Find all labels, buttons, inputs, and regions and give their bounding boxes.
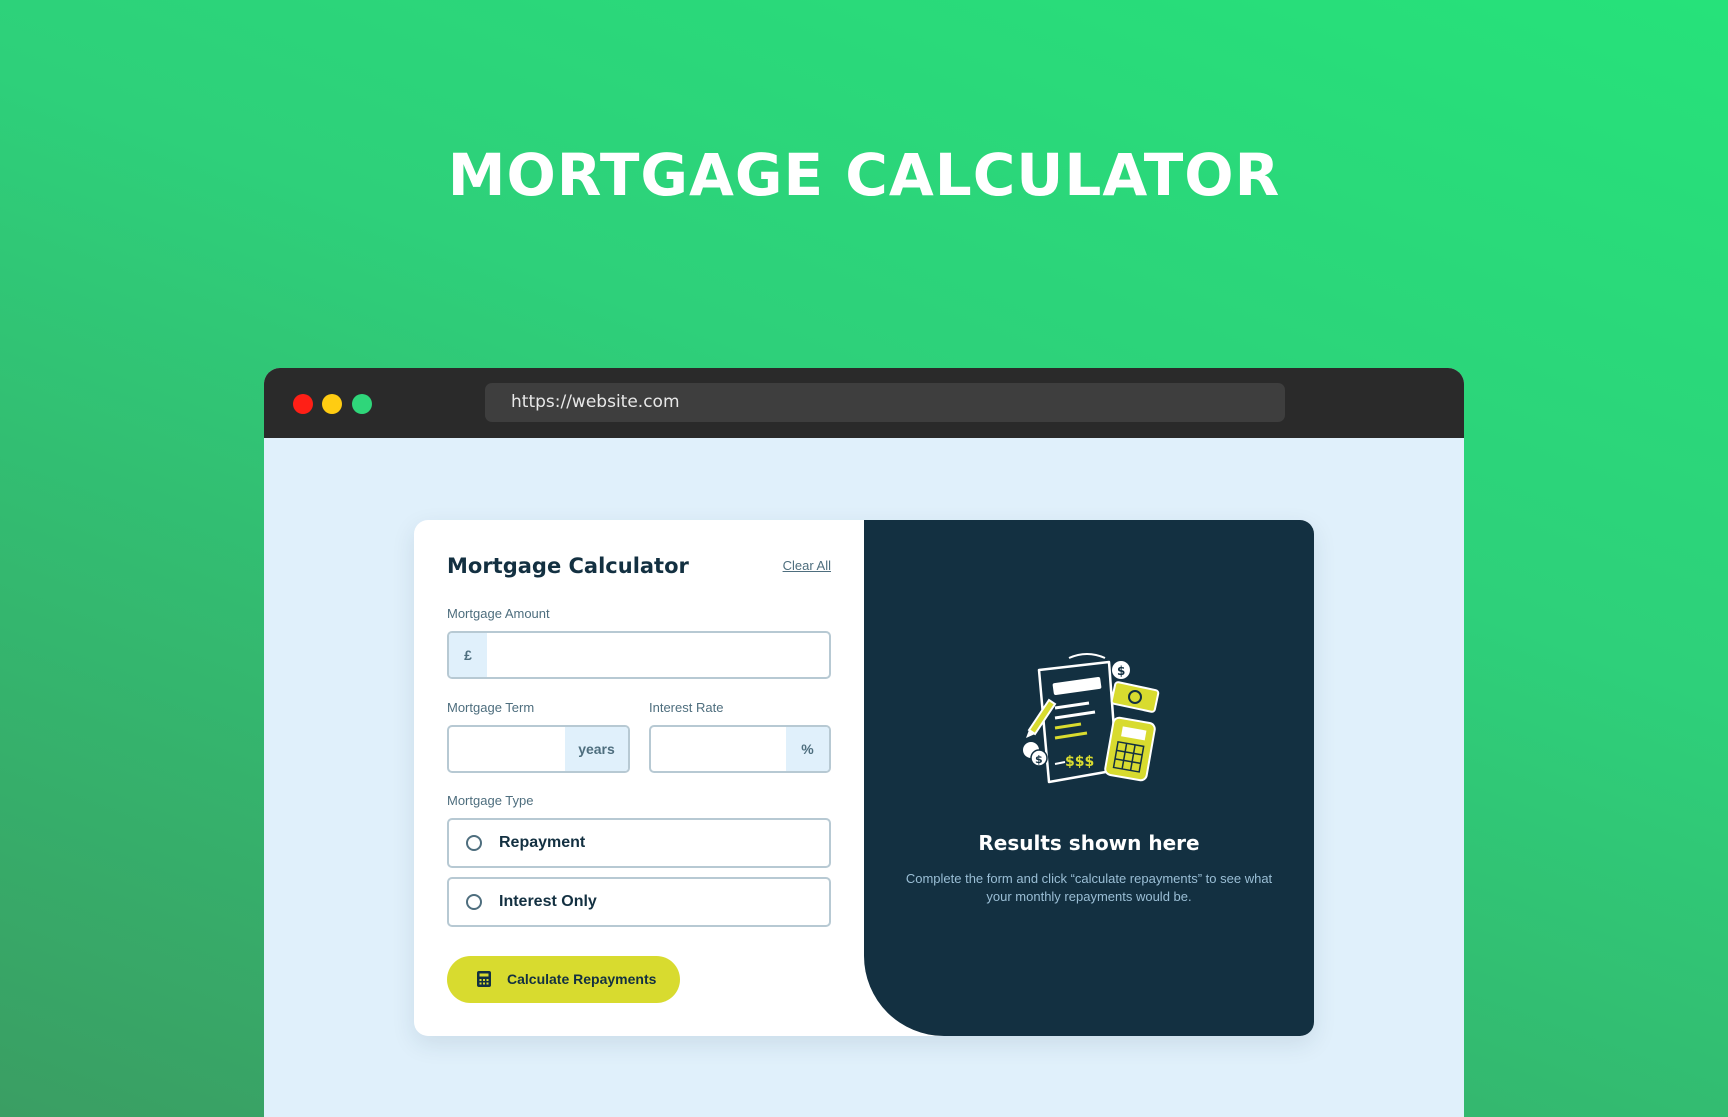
- minimize-window-button[interactable]: [322, 394, 342, 414]
- empty-results-illustration: $$$ $ $: [1023, 653, 1160, 784]
- address-bar[interactable]: https://website.com: [485, 383, 1285, 422]
- radio-option-repayment[interactable]: Repayment: [447, 818, 831, 868]
- mortgage-term-input[interactable]: [459, 727, 563, 771]
- svg-text:$$$: $$$: [1065, 754, 1094, 770]
- calculator-icon: [477, 971, 491, 987]
- maximize-window-button[interactable]: [352, 394, 372, 414]
- calculate-repayments-label: Calculate Repayments: [507, 971, 657, 987]
- browser-titlebar: https://website.com: [264, 368, 1464, 438]
- hero-title: MORTGAGE CALCULATOR: [447, 141, 1281, 209]
- mortgage-amount-field[interactable]: £: [447, 631, 831, 679]
- svg-text:$: $: [1035, 753, 1043, 766]
- results-description: Complete the form and click “calculate r…: [905, 871, 1273, 904]
- radio-button[interactable]: [466, 894, 482, 910]
- percent-suffix: %: [786, 727, 829, 771]
- radio-button[interactable]: [466, 835, 482, 851]
- browser-viewport: Mortgage Calculator Clear All Mortgage A…: [264, 438, 1464, 1117]
- mortgage-amount-label: Mortgage Amount: [447, 606, 550, 621]
- years-suffix: years: [565, 727, 628, 771]
- calculator-card: Mortgage Calculator Clear All Mortgage A…: [414, 520, 1314, 1036]
- calculate-repayments-button[interactable]: Calculate Repayments: [447, 956, 680, 1003]
- form-title: Mortgage Calculator: [447, 554, 689, 578]
- results-panel: $$$ $ $ Results shown here Complete the …: [864, 520, 1314, 1036]
- mortgage-amount-input[interactable]: [495, 633, 819, 677]
- mortgage-term-label: Mortgage Term: [447, 700, 535, 715]
- radio-label: Repayment: [499, 834, 586, 851]
- radio-label: Interest Only: [499, 893, 597, 910]
- interest-rate-input[interactable]: [661, 727, 785, 771]
- mortgage-term-field[interactable]: years: [447, 725, 630, 773]
- svg-text:$: $: [1117, 664, 1125, 678]
- results-title: Results shown here: [978, 831, 1200, 855]
- currency-prefix: £: [449, 633, 487, 677]
- mortgage-type-label: Mortgage Type: [447, 793, 534, 808]
- close-window-button[interactable]: [293, 394, 313, 414]
- browser-window: https://website.com Mortgage Calculator …: [264, 368, 1464, 1117]
- clear-all-link[interactable]: Clear All: [783, 558, 831, 573]
- mortgage-form: Mortgage Calculator Clear All Mortgage A…: [414, 520, 864, 1036]
- radio-option-interest-only[interactable]: Interest Only: [447, 877, 831, 927]
- interest-rate-field[interactable]: %: [649, 725, 831, 773]
- interest-rate-label: Interest Rate: [649, 700, 724, 715]
